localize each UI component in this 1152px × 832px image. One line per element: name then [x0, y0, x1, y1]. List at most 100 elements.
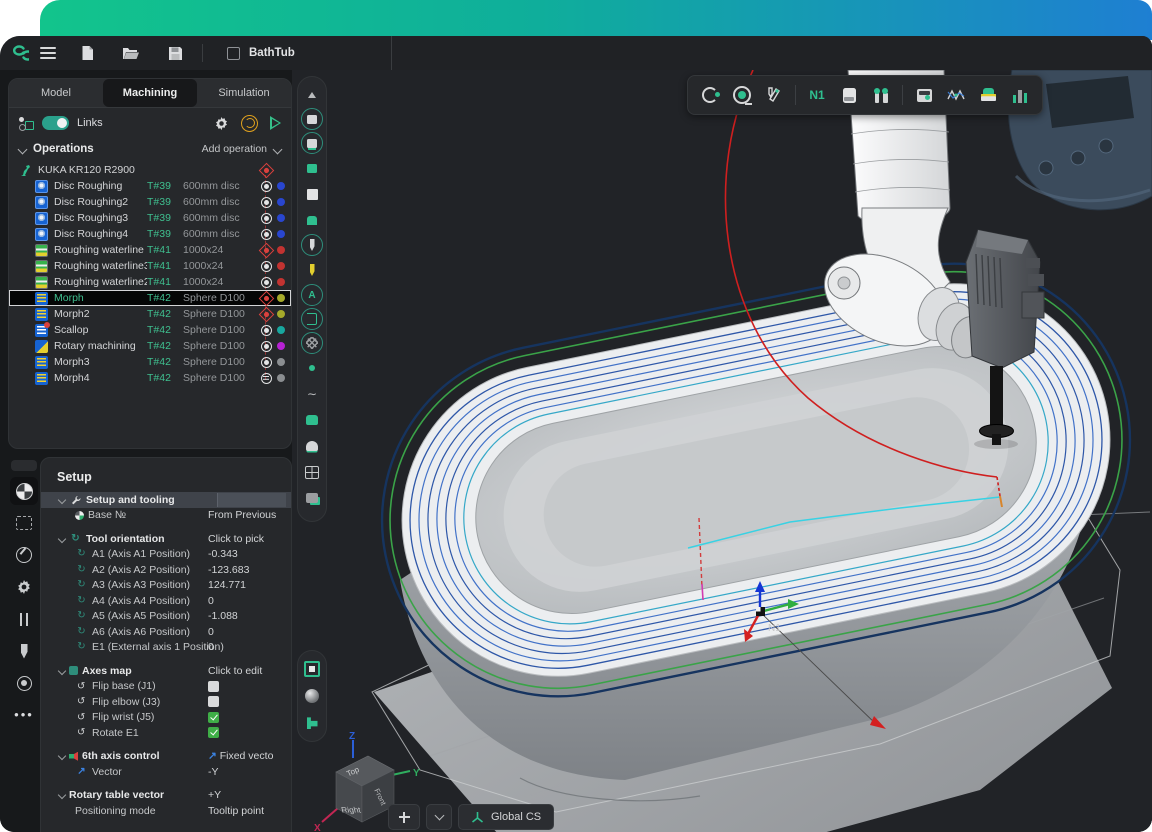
setup-value[interactable]: 0 — [208, 626, 214, 638]
machine-small-icon[interactable] — [300, 486, 324, 510]
setup-row-vector[interactable]: Vector-Y — [41, 764, 291, 780]
setup-row-a5[interactable]: A5 (Axis A5 Position)-1.088 — [41, 609, 291, 625]
tree-row-operation[interactable]: Roughing waterline T#41 1000x24 — [9, 242, 291, 258]
part-icon[interactable] — [300, 156, 324, 180]
collapse-up-icon[interactable] — [300, 82, 324, 106]
mesh-icon[interactable] — [301, 332, 323, 354]
links-graph-icon[interactable] — [19, 116, 34, 131]
setup-value[interactable]: Fixed vecto — [208, 750, 273, 762]
settings-gear-icon[interactable] — [10, 573, 38, 601]
waveform-icon[interactable] — [942, 81, 970, 109]
tree-row-operation[interactable]: Disc Roughing3 T#39 600mm disc — [9, 210, 291, 226]
tree-row-operation-selected[interactable]: Morph T#42 Sphere D100 — [9, 290, 291, 306]
setup-value[interactable]: +Y — [208, 789, 221, 801]
stock-view-icon[interactable] — [301, 132, 323, 154]
setup-value[interactable]: Click to edit — [208, 665, 262, 677]
run-simulation-icon[interactable] — [270, 116, 281, 130]
controller-icon[interactable] — [910, 81, 938, 109]
tab-machining[interactable]: Machining — [103, 79, 197, 107]
open-file-button[interactable] — [118, 41, 144, 65]
gcode-n1-icon[interactable]: N1 — [803, 81, 831, 109]
workpiece-icon[interactable] — [835, 81, 863, 109]
curve-icon[interactable]: ∼ — [300, 382, 324, 406]
cs-dropdown-button[interactable] — [426, 804, 452, 830]
setup-group-setup-and-tooling[interactable]: Setup and tooling — [41, 492, 291, 508]
setup-value[interactable]: 0 — [208, 595, 214, 607]
settings-gear-icon[interactable] — [214, 116, 229, 131]
tree-row-operation[interactable]: Scallop T#42 Sphere D100 — [9, 322, 291, 338]
setup-row-e1[interactable]: E1 (External axis 1 Position)0 — [41, 640, 291, 656]
setup-value[interactable]: 0 — [208, 641, 214, 653]
collapse-chevron-icon[interactable] — [18, 144, 28, 154]
new-file-button[interactable] — [74, 41, 100, 65]
tree-row-machine[interactable]: KUKA KR120 R2900 — [9, 162, 291, 178]
tree-row-operation[interactable]: Roughing waterline3 T#41 1000x24 — [9, 258, 291, 274]
grid-table-icon[interactable] — [300, 460, 324, 484]
disc-tool-icon[interactable] — [10, 541, 38, 569]
machine-view-icon[interactable] — [301, 108, 323, 130]
setup-value[interactable]: 124.771 — [208, 579, 246, 591]
tree-row-operation[interactable]: Morph3 T#42 Sphere D100 — [9, 354, 291, 370]
setup-value[interactable]: From Previous — [208, 509, 276, 521]
setup-row-a6[interactable]: A6 (Axis A6 Position)0 — [41, 624, 291, 640]
tool-gauge-icon[interactable] — [728, 81, 756, 109]
tree-row-operation[interactable]: Morph2 T#42 Sphere D100 — [9, 306, 291, 322]
axes-icon[interactable]: A — [301, 284, 323, 306]
workpiece-square-icon[interactable] — [300, 182, 324, 206]
caliper-icon[interactable] — [760, 81, 788, 109]
flip-base-checkbox[interactable] — [208, 681, 219, 692]
more-dots-icon[interactable]: ••• — [10, 701, 38, 729]
tree-row-operation[interactable]: Roughing waterline2 T#41 1000x24 — [9, 274, 291, 290]
fit-view-icon[interactable] — [300, 657, 324, 681]
tab-simulation[interactable]: Simulation — [197, 79, 291, 107]
setup-row-base[interactable]: Base № From Previous — [41, 508, 291, 524]
rail-handle[interactable] — [11, 460, 37, 471]
statistics-icon[interactable] — [1006, 81, 1034, 109]
selection-box-icon[interactable] — [10, 509, 38, 537]
tool-holder-icon[interactable] — [10, 669, 38, 697]
parameters-icon[interactable] — [10, 605, 38, 633]
stock-layers-icon[interactable] — [974, 81, 1002, 109]
document-tab[interactable]: BathTub — [213, 36, 392, 70]
links-toggle[interactable] — [42, 116, 69, 130]
add-cs-button[interactable] — [388, 804, 420, 830]
tab-model[interactable]: Model — [9, 79, 103, 107]
tree-row-operation[interactable]: Disc Roughing T#39 600mm disc — [9, 178, 291, 194]
point-icon[interactable] — [300, 356, 324, 380]
setup-row-flip-wrist[interactable]: Flip wrist (J5) — [41, 710, 291, 726]
tree-row-operation[interactable]: Morph4 T#42 Sphere D100 — [9, 370, 291, 386]
setup-row-positioning-mode[interactable]: Positioning modeTooltip point — [41, 803, 291, 819]
global-cs-button[interactable]: Global CS — [458, 804, 554, 830]
surface-icon[interactable] — [300, 408, 324, 432]
viewport-3d[interactable]: N1 — [292, 70, 1152, 832]
compare-c-icon[interactable] — [696, 81, 724, 109]
setup-row-a4[interactable]: A4 (Axis A4 Position)0 — [41, 593, 291, 609]
rotate-e1-checkbox[interactable] — [208, 727, 219, 738]
tree-row-operation[interactable]: Disc Roughing4 T#39 600mm disc — [9, 226, 291, 242]
flip-elbow-checkbox[interactable] — [208, 696, 219, 707]
setup-group-tool-orientation[interactable]: Tool orientation Click to pick — [41, 531, 291, 547]
setup-value[interactable]: -1.088 — [208, 610, 238, 622]
setup-value[interactable]: -0.343 — [208, 548, 238, 560]
save-button[interactable] — [162, 41, 188, 65]
main-menu-button[interactable] — [40, 47, 56, 59]
add-operation-button[interactable]: Add operation — [202, 143, 281, 155]
spindle-tool-icon[interactable] — [301, 234, 323, 256]
shaded-view-icon[interactable] — [300, 684, 324, 708]
drill-icon[interactable] — [10, 637, 38, 665]
datum-icon[interactable] — [10, 477, 38, 505]
setup-value[interactable]: Click to pick — [208, 533, 264, 545]
setup-group-axes-map[interactable]: Axes map Click to edit — [41, 663, 291, 679]
setup-value[interactable]: -123.683 — [208, 564, 249, 576]
setup-row-flip-elbow[interactable]: Flip elbow (J3) — [41, 694, 291, 710]
flip-wrist-checkbox[interactable] — [208, 712, 219, 723]
setup-row-a1[interactable]: A1 (Axis A1 Position)-0.343 — [41, 547, 291, 563]
tree-row-operation[interactable]: Disc Roughing2 T#39 600mm disc — [9, 194, 291, 210]
setup-value[interactable]: Tooltip point — [208, 805, 264, 817]
tree-row-operation[interactable]: Rotary machining T#42 Sphere D100 — [9, 338, 291, 354]
setup-row-rotate-e1[interactable]: Rotate E1 — [41, 725, 291, 741]
setup-value[interactable]: -Y — [208, 766, 219, 778]
setup-group-6th-axis[interactable]: 6th axis control Fixed vecto — [41, 749, 291, 765]
fixture-pins-icon[interactable] — [867, 81, 895, 109]
setup-row-flip-base[interactable]: Flip base (J1) — [41, 679, 291, 695]
